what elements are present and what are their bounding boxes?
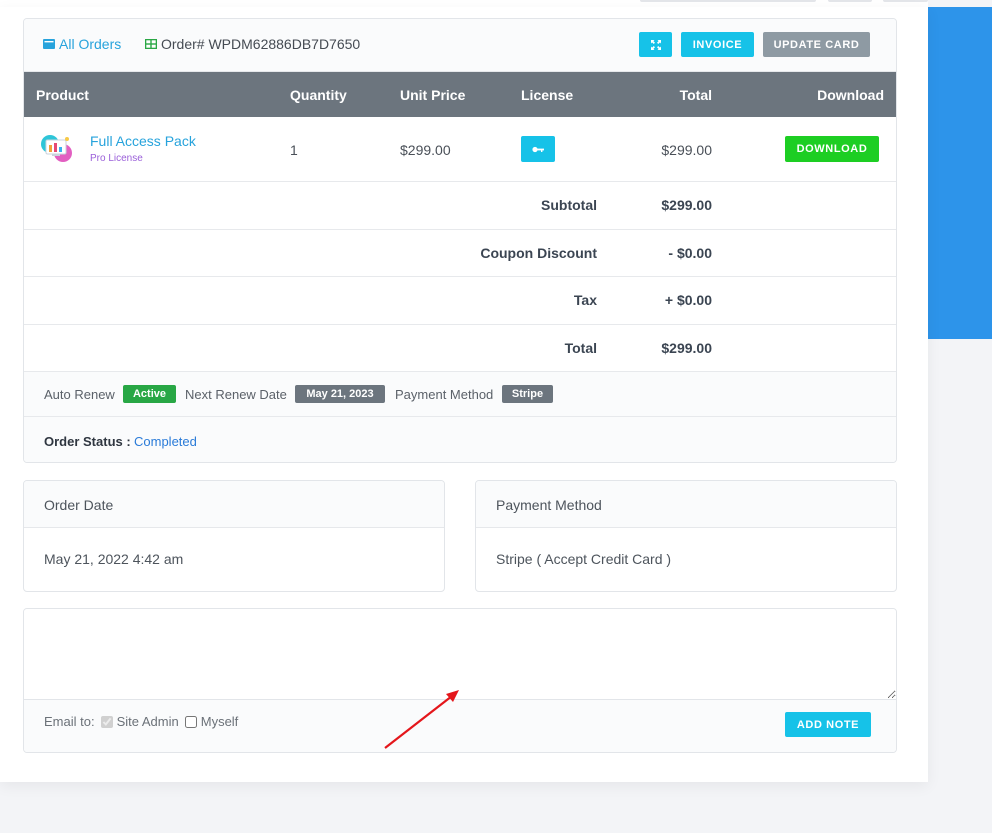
top-strip	[0, 0, 928, 7]
table-header: Product Quantity Unit Price License Tota…	[24, 72, 896, 117]
order-card: All Orders Order# WPDM62886DB7D7650 INVO…	[0, 7, 928, 782]
wallet-icon	[43, 39, 55, 49]
col-download: Download	[817, 87, 884, 103]
subtotal-value: $299.00	[661, 197, 712, 213]
product-link[interactable]: Full Access Pack	[90, 133, 196, 149]
order-date-value: May 21, 2022 4:42 am	[44, 551, 184, 567]
license-key-button[interactable]	[521, 136, 555, 162]
top-pill	[883, 0, 928, 2]
col-product: Product	[36, 87, 89, 103]
update-card-button[interactable]: UPDATE CARD	[763, 32, 870, 57]
tax-label: Tax	[573, 292, 597, 308]
payment-method-title: Payment Method	[476, 481, 896, 528]
myself-label: Myself	[200, 714, 239, 729]
product-thumbnail	[41, 135, 72, 162]
top-pill	[828, 0, 872, 2]
coupon-label: Coupon Discount	[480, 244, 597, 261]
payment-method-badge: Stripe	[502, 385, 553, 403]
product-license: Pro License	[90, 153, 143, 164]
invoice-button[interactable]: INVOICE	[681, 32, 754, 57]
table-row: Full Access Pack Pro License 1 $299.00 $…	[24, 117, 896, 182]
auto-renew-badge: Active	[123, 385, 176, 403]
order-status-value: Completed	[134, 434, 197, 449]
grid-icon	[145, 39, 157, 49]
unit-price-value: $299.00	[400, 142, 451, 158]
side-banner	[926, 7, 992, 339]
payment-method-label: Payment Method	[395, 387, 494, 402]
key-icon	[532, 146, 544, 152]
order-header: All Orders Order# WPDM62886DB7D7650 INVO…	[24, 19, 896, 72]
top-pill	[640, 0, 816, 2]
total-row: Total $299.00	[24, 325, 896, 372]
payment-method-value: Stripe ( Accept Credit Card )	[496, 551, 672, 567]
coupon-value: - $0.00	[668, 244, 712, 261]
expand-button[interactable]	[639, 32, 672, 57]
order-date-panel: Order Date May 21, 2022 4:42 am	[23, 480, 445, 592]
all-orders-label: All Orders	[59, 36, 122, 52]
all-orders-link[interactable]: All Orders	[43, 36, 121, 52]
auto-renew-label: Auto Renew	[44, 387, 115, 402]
note-footer: Email to: Site Admin Myself ADD NOTE	[24, 700, 896, 752]
email-to-options: Email to: Site Admin Myself	[44, 714, 238, 729]
total-label: Total	[564, 339, 597, 356]
subscription-meta: Auto Renew Active Next Renew Date May 21…	[24, 372, 896, 417]
myself-checkbox[interactable]	[184, 715, 197, 728]
note-input[interactable]	[24, 609, 896, 700]
order-id: Order# WPDM62886DB7D7650	[145, 36, 360, 52]
order-id-label: Order# WPDM62886DB7D7650	[161, 36, 361, 52]
expand-icon	[650, 39, 661, 50]
email-to-label: Email to:	[44, 714, 95, 729]
order-status-row: Order Status : Completed	[24, 417, 896, 462]
order-details-panel: All Orders Order# WPDM62886DB7D7650 INVO…	[23, 18, 897, 463]
coupon-row: Coupon Discount - $0.00	[24, 230, 896, 277]
order-date-title: Order Date	[24, 481, 444, 528]
site-admin-label: Site Admin	[116, 714, 179, 729]
tax-value: + $0.00	[664, 292, 712, 308]
quantity-value: 1	[290, 142, 298, 158]
next-renew-badge: May 21, 2023	[295, 385, 385, 403]
row-total-value: $299.00	[661, 142, 712, 158]
tax-row: Tax + $0.00	[24, 277, 896, 325]
payment-method-panel: Payment Method Stripe ( Accept Credit Ca…	[475, 480, 897, 592]
col-unit-price: Unit Price	[400, 87, 466, 103]
col-total: Total	[679, 87, 712, 103]
col-quantity: Quantity	[290, 87, 347, 103]
order-status-label: Order Status :	[44, 434, 131, 449]
site-admin-checkbox[interactable]	[100, 715, 113, 728]
order-note-panel: Email to: Site Admin Myself ADD NOTE	[23, 608, 897, 753]
subtotal-label: Subtotal	[541, 197, 597, 213]
col-license: License	[521, 87, 574, 103]
next-renew-label: Next Renew Date	[185, 387, 287, 402]
add-note-button[interactable]: ADD NOTE	[785, 712, 871, 737]
total-value: $299.00	[661, 339, 712, 356]
download-button[interactable]: DOWNLOAD	[785, 136, 879, 162]
subtotal-row: Subtotal $299.00	[24, 182, 896, 230]
